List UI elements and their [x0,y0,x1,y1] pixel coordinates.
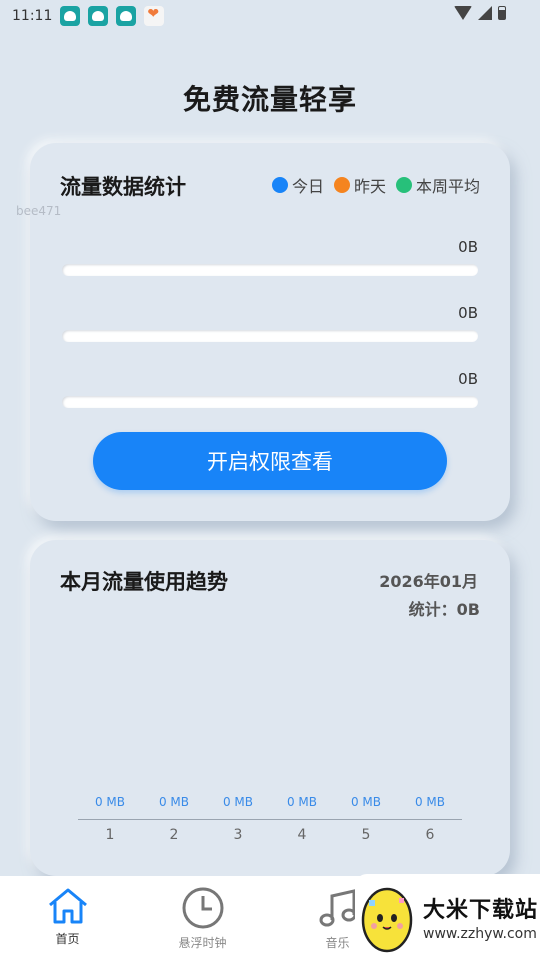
chart-category-label: 4 [297,827,307,843]
chart-column: 0 MB 4 [270,795,334,843]
legend-today: 今日 [271,173,324,197]
trend-bar-chart: 0 MB 1 0 MB 2 0 MB 3 0 MB 4 0 MB 5 0 MB 6 [78,795,462,855]
chart-value-label: 0 MB [350,795,382,809]
progress-bar [62,396,478,408]
app-notification-icon [60,6,81,26]
chart-column: 0 MB 3 [206,795,270,843]
legend-week-average: 本周平均 [395,173,480,197]
clock-icon [182,887,223,929]
app-notification-icon [88,6,109,26]
chart-value-label: 0 MB [94,795,126,809]
legend-label: 今日 [291,177,324,196]
chart-category-label: 3 [233,827,243,843]
tab-label: 音乐 [325,936,350,950]
traffic-stats-card: 流量数据统计 今日 昨天 本周平均 0B 0B 0B 开启权限查看 [30,143,510,521]
chart-value-label: 0 MB [222,795,254,809]
tab-label: 悬浮时钟 [178,936,227,950]
chart-category-label: 2 [169,827,179,843]
badge-site-url: www.zzhyw.com [423,926,537,942]
heart-app-notification-icon [144,6,165,26]
chart-column: 0 MB 5 [334,795,398,843]
tab-floating-clock[interactable]: 悬浮时钟 [135,876,270,960]
green-dot-icon [395,177,412,193]
home-icon [48,888,87,924]
monthly-trend-card: 本月流量使用趋势 2026年01月 统计：0B 0 MB 1 0 MB 2 0 MB 3 0… [30,540,510,876]
badge-text: 大米下载站 www.zzhyw.com [423,892,538,942]
chart-value-label: 0 MB [286,795,318,809]
egg-mascot-icon [361,887,413,953]
tab-label: 首页 [55,932,80,946]
system-status-icons [454,6,506,20]
stat-value: 0B [458,370,478,388]
stat-value: 0B [458,238,478,256]
stats-legend: 今日 昨天 本周平均 [271,173,480,197]
signal-icon [478,6,492,20]
user-watermark: bee471 [16,204,62,218]
stat-value: 0B [458,304,478,322]
badge-site-name: 大米下载站 [423,898,539,923]
chart-value-label: 0 MB [158,795,190,809]
legend-label: 本周平均 [415,177,480,196]
chart-category-label: 1 [105,827,115,843]
chart-category-label: 6 [425,827,435,843]
chart-value-label: 0 MB [414,795,446,809]
blue-dot-icon [271,177,288,193]
chart-column: 0 MB 6 [398,795,462,843]
progress-bar [62,264,478,276]
month-label: 2026年01月 [379,572,478,591]
chart-column: 0 MB 1 [78,795,142,843]
trend-card-title: 本月流量使用趋势 [60,570,228,594]
page-title: 免费流量轻享 [182,83,357,116]
month-total: 统计：0B [408,600,480,619]
site-watermark-badge: 大米下载站 www.zzhyw.com [355,874,540,960]
legend-label: 昨天 [353,177,386,196]
wifi-icon [454,6,472,20]
legend-yesterday: 昨天 [333,173,386,197]
orange-dot-icon [333,177,350,193]
status-bar: 11:11 [0,0,540,32]
battery-icon [498,6,506,20]
progress-bar [62,330,478,342]
open-permission-button[interactable]: 开启权限查看 [93,432,447,490]
music-icon [319,889,356,927]
chart-category-label: 5 [361,827,371,843]
stats-card-title: 流量数据统计 [60,175,186,199]
status-time: 11:11 [12,8,53,24]
app-notification-icon [116,6,137,26]
chart-column: 0 MB 2 [142,795,206,843]
tab-home[interactable]: 首页 [0,876,135,960]
